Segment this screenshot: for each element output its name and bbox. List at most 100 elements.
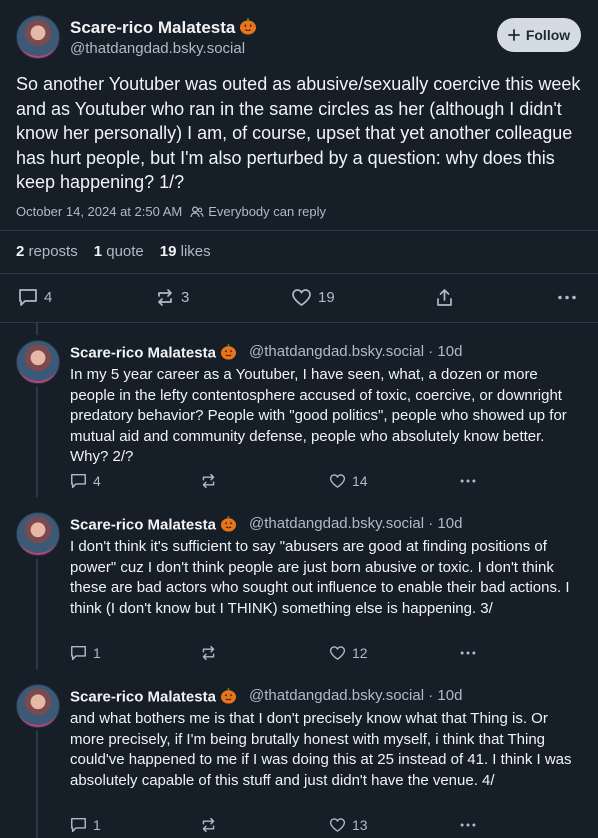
reply-count: 4 [93, 473, 101, 489]
reply-author-name-text: Scare-rico Malatesta [70, 344, 216, 362]
reply-button[interactable]: 1 [70, 817, 101, 833]
repost-button[interactable] [200, 645, 217, 661]
reply-author-name-text: Scare-rico Malatesta [70, 516, 216, 534]
repost-button[interactable] [200, 817, 217, 833]
pumpkin-emoji-icon [220, 687, 237, 708]
more-options-button[interactable] [459, 645, 477, 661]
author-name-text: Scare-rico Malatesta [70, 17, 236, 37]
like-button[interactable]: 13 [329, 817, 368, 833]
heart-icon [329, 817, 346, 833]
reply-avatar[interactable] [16, 684, 60, 728]
reply-age: · 10d [428, 687, 463, 704]
like-button[interactable]: 19 [291, 288, 335, 307]
reply-count: 4 [44, 289, 53, 306]
thread-line [36, 387, 38, 497]
ellipsis-icon [557, 288, 577, 307]
reply-age: · 10d [428, 515, 463, 532]
repost-count: 3 [181, 289, 190, 306]
like-button[interactable]: 12 [329, 645, 368, 661]
heart-icon [291, 288, 312, 307]
follow-button[interactable]: Follow [497, 18, 581, 52]
reposts-count: 2 [16, 243, 25, 260]
repost-arrows-icon [155, 288, 175, 307]
post-text: So another Youtuber was outed as abusive… [16, 74, 581, 192]
divider [0, 230, 598, 231]
thread-line [36, 731, 38, 838]
reply-button[interactable]: 4 [70, 473, 101, 489]
reposts-stat[interactable]: 2 reposts [16, 243, 78, 260]
more-options-button[interactable] [557, 288, 577, 307]
repost-arrows-icon [200, 817, 217, 833]
post-actions: 4 3 19 [0, 286, 598, 310]
reply-author-name[interactable]: Scare-rico Malatesta [70, 515, 237, 536]
reply-author-name[interactable]: Scare-rico Malatesta [70, 687, 237, 708]
repost-arrows-icon [200, 473, 217, 489]
reposts-label: reposts [28, 243, 78, 260]
quotes-stat[interactable]: 1 quote [94, 243, 144, 260]
reply-count: 1 [93, 817, 101, 833]
pumpkin-emoji-icon [239, 17, 257, 40]
ellipsis-icon [459, 473, 477, 489]
more-options-button[interactable] [459, 817, 477, 833]
like-count: 14 [352, 473, 368, 489]
pumpkin-emoji-icon [220, 515, 237, 536]
like-count: 13 [352, 817, 368, 833]
thread-line [36, 323, 38, 335]
share-button[interactable] [435, 288, 454, 307]
reply-post[interactable]: Scare-rico Malatesta @thatdangdad.bsky.s… [0, 323, 598, 669]
like-button[interactable]: 14 [329, 473, 368, 489]
heart-icon [329, 473, 346, 489]
ellipsis-icon [459, 645, 477, 661]
author-name[interactable]: Scare-rico Malatesta [70, 17, 257, 40]
reply-text: and what bothers me is that I don't prec… [70, 710, 572, 789]
pumpkin-emoji-icon [220, 343, 237, 364]
reply-post[interactable]: Scare-rico Malatesta @thatdangdad.bsky.s… [0, 667, 598, 838]
reply-post[interactable]: Scare-rico Malatesta @thatdangdad.bsky.s… [0, 323, 598, 497]
reply-author-name-text: Scare-rico Malatesta [70, 688, 216, 706]
follow-label: Follow [525, 27, 571, 43]
more-options-button[interactable] [459, 473, 477, 489]
likes-count: 19 [159, 243, 177, 260]
author-avatar[interactable] [16, 15, 60, 59]
post-timestamp[interactable]: October 14, 2024 at 2:50 AM [16, 204, 182, 219]
post-meta: October 14, 2024 at 2:50 AM Everybody ca… [16, 204, 326, 219]
repost-button[interactable] [200, 473, 217, 489]
reply-setting: Everybody can reply [190, 204, 326, 219]
reply-author-handle: @thatdangdad.bsky.social · 10d [249, 515, 462, 532]
reply-author-handle: @thatdangdad.bsky.social · 10d [249, 343, 462, 360]
quotes-count: 1 [93, 243, 103, 260]
quotes-label: quote [106, 243, 144, 260]
people-icon [190, 205, 204, 218]
reply-handle-text[interactable]: @thatdangdad.bsky.social [249, 515, 424, 532]
like-count: 12 [352, 645, 368, 661]
divider [0, 273, 598, 274]
share-icon [435, 288, 454, 307]
reply-handle-text[interactable]: @thatdangdad.bsky.social [249, 343, 424, 360]
plus-icon [507, 29, 520, 41]
reply-count: 1 [93, 645, 101, 661]
thread-line [36, 559, 38, 669]
reply-avatar[interactable] [16, 512, 60, 556]
reply-age: · 10d [428, 343, 463, 360]
reply-author-handle: @thatdangdad.bsky.social · 10d [249, 687, 462, 704]
reply-handle-text[interactable]: @thatdangdad.bsky.social [249, 687, 424, 704]
reply-text: In my 5 year career as a Youtuber, I hav… [70, 366, 567, 465]
speech-bubble-icon [70, 473, 87, 489]
speech-bubble-icon [18, 288, 38, 307]
speech-bubble-icon [70, 645, 87, 661]
heart-icon [329, 645, 346, 661]
reply-button[interactable]: 4 [18, 288, 52, 307]
likes-label: likes [180, 243, 211, 260]
repost-arrows-icon [200, 645, 217, 661]
repost-button[interactable]: 3 [155, 288, 189, 307]
like-count: 19 [318, 289, 335, 306]
speech-bubble-icon [70, 817, 87, 833]
reply-avatar[interactable] [16, 340, 60, 384]
reply-setting-label: Everybody can reply [208, 204, 327, 219]
reply-button[interactable]: 1 [70, 645, 101, 661]
likes-stat[interactable]: 19 likes [160, 243, 211, 260]
engagement-stats: 2 reposts 1 quote 19 likes [16, 243, 211, 260]
author-handle[interactable]: @thatdangdad.bsky.social [70, 40, 245, 57]
reply-author-name[interactable]: Scare-rico Malatesta [70, 343, 237, 364]
ellipsis-icon [459, 817, 477, 833]
